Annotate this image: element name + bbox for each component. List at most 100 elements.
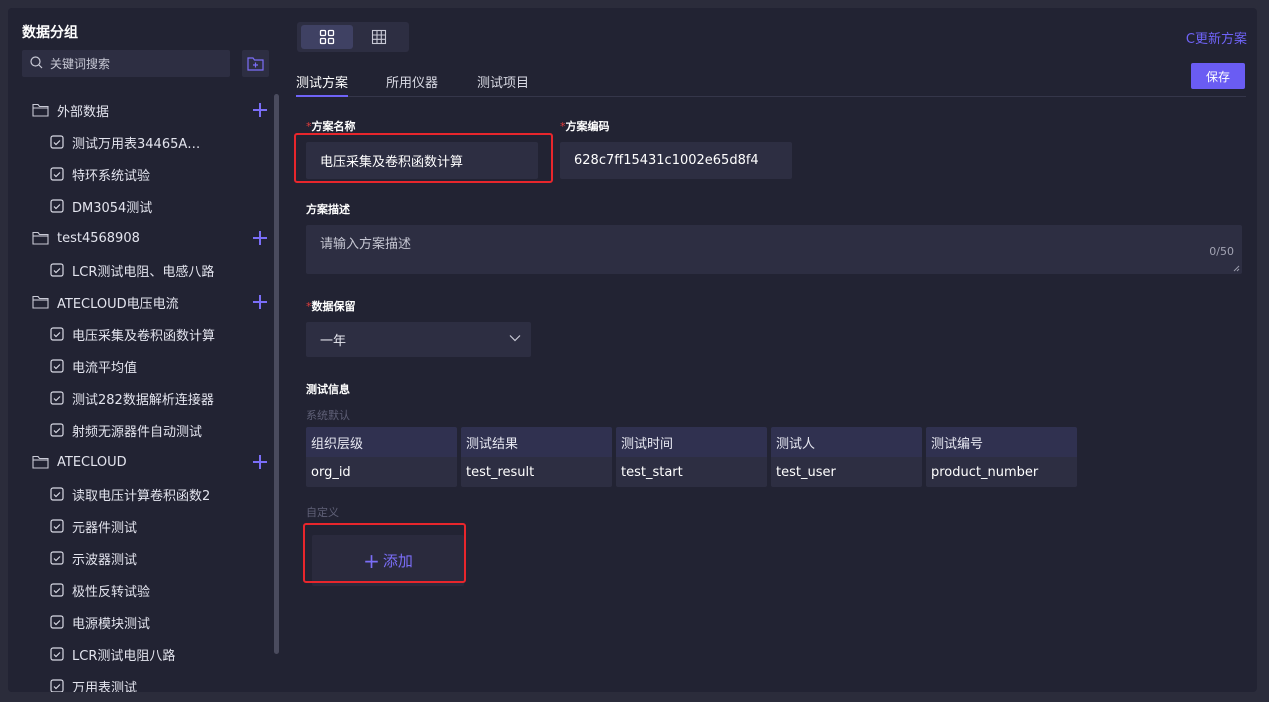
tree-item[interactable]: 元器件测试 [22,510,272,542]
tree-item-label: 电压采集及卷积函数计算 [72,328,216,344]
tree-item[interactable]: 万用表测试 [22,670,272,692]
add-item-button[interactable] [250,100,270,120]
tree-item[interactable]: LCR测试电阻、电感八路 [22,254,272,286]
plus-icon [253,455,267,469]
plan-description-textarea[interactable]: 请输入方案描述 0/50 [306,225,1242,274]
tree-item[interactable]: 电压采集及卷积函数计算 [22,318,272,350]
search-input[interactable]: 关键词搜索 [22,50,230,77]
tree-item-label: 读取电压计算卷积函数2 [72,488,211,504]
checklist-icon [50,551,64,565]
tree-item-label: 万用表测试 [72,680,138,693]
plus-icon [253,103,267,117]
info-column-head: 组织层级 [306,427,457,457]
add-item-button[interactable] [250,292,270,312]
tab-bar: 测试方案 所用仪器 测试项目 [296,70,1246,97]
tree-item[interactable]: 电流平均值 [22,350,272,382]
checklist-icon [50,423,64,437]
tree-group[interactable]: ATECLOUD电压电流 [22,286,272,318]
plan-code-label: *方案编码 [560,120,610,133]
view-toggle [297,22,409,52]
checklist-icon [50,359,64,373]
tree-group-label: test4568908 [57,230,140,246]
app-window: 数据分组 关键词搜索 外部数据 测试万用表34465A… 特环系统试验 DM30… [8,8,1257,692]
save-button[interactable]: 保存 [1191,63,1245,89]
add-item-button[interactable] [250,452,270,472]
checklist-icon [50,391,64,405]
info-column-head: 测试人 [771,427,922,457]
info-column: 测试时间 test_start [616,427,767,487]
tree-item-label: DM3054测试 [72,200,153,216]
checklist-icon [50,263,64,277]
card-view-button[interactable] [301,25,353,49]
table-view-button[interactable] [353,25,405,49]
tab-instruments[interactable]: 所用仪器 [386,72,438,91]
checklist-icon [50,583,64,597]
system-default-label: 系统默认 [306,409,350,422]
info-column: 组织层级 org_id [306,427,457,487]
info-column-head: 测试编号 [926,427,1077,457]
retention-label: *数据保留 [306,300,356,313]
info-column-value: org_id [306,457,457,487]
add-custom-field-button[interactable]: + 添加 [312,535,464,586]
tree-item[interactable]: 测试万用表34465A… [22,126,272,158]
search-icon [30,54,43,73]
tree-item[interactable]: 读取电压计算卷积函数2 [22,478,272,510]
tree-group-label: 外部数据 [57,104,110,120]
add-folder-button[interactable] [242,50,269,77]
tree-item[interactable]: 测试282数据解析连接器 [22,382,272,414]
info-column-value: test_result [461,457,612,487]
folder-icon [32,455,49,469]
info-column-head: 测试结果 [461,427,612,457]
tab-test-plan[interactable]: 测试方案 [296,72,348,91]
tree-group[interactable]: ATECLOUD [22,446,272,478]
folder-icon [32,231,49,245]
info-column-value: product_number [926,457,1077,487]
checklist-icon [50,135,64,149]
plus-icon: + [363,548,380,573]
checklist-icon [50,647,64,661]
search-placeholder: 关键词搜索 [50,57,111,71]
info-column: 测试结果 test_result [461,427,612,487]
tree-item[interactable]: 电源模块测试 [22,606,272,638]
custom-label: 自定义 [306,506,339,519]
info-column: 测试人 test_user [771,427,922,487]
tree-item[interactable]: LCR测试电阻八路 [22,638,272,670]
tree-item[interactable]: DM3054测试 [22,190,272,222]
group-tree: 外部数据 测试万用表34465A… 特环系统试验 DM3054测试 test45… [22,94,272,692]
retention-value: 一年 [320,334,347,349]
tree-item-label: LCR测试电阻、电感八路 [72,264,215,280]
tab-test-items[interactable]: 测试项目 [477,72,529,91]
checklist-icon [50,199,64,213]
checklist-icon [50,615,64,629]
tree-item[interactable]: 示波器测试 [22,542,272,574]
tree-item[interactable]: 极性反转试验 [22,574,272,606]
tree-item-label: LCR测试电阻八路 [72,648,176,664]
folder-icon [32,103,49,117]
resize-grip-icon[interactable] [1233,265,1240,272]
refresh-plan-link[interactable]: C更新方案 [1186,28,1247,47]
add-label: 添加 [382,552,413,570]
sidebar: 数据分组 关键词搜索 外部数据 测试万用表34465A… 特环系统试验 DM30… [8,8,284,692]
plan-name-input[interactable]: 电压采集及卷积函数计算 [306,142,538,179]
info-column: 测试编号 product_number [926,427,1077,487]
tree-item[interactable]: 射频无源器件自动测试 [22,414,272,446]
plan-name-label: *方案名称 [306,120,356,133]
test-info-label: 测试信息 [306,383,350,396]
sidebar-title: 数据分组 [22,25,78,41]
info-column-value: test_user [771,457,922,487]
grid-icon [319,29,335,45]
table-icon [371,29,387,45]
tree-item[interactable]: 特环系统试验 [22,158,272,190]
add-item-button[interactable] [250,228,270,248]
tree-group[interactable]: 外部数据 [22,94,272,126]
checklist-icon [50,679,64,692]
checklist-icon [50,487,64,501]
retention-select[interactable]: 一年 [306,322,531,357]
plan-code-field[interactable]: 628c7ff15431c1002e65d8f4 [560,142,792,179]
sidebar-scrollbar[interactable] [274,94,279,654]
plus-icon [253,231,267,245]
tree-group[interactable]: test4568908 [22,222,272,254]
tree-item-label: 电流平均值 [72,360,138,376]
tree-item-label: 示波器测试 [72,552,138,568]
checklist-icon [50,519,64,533]
